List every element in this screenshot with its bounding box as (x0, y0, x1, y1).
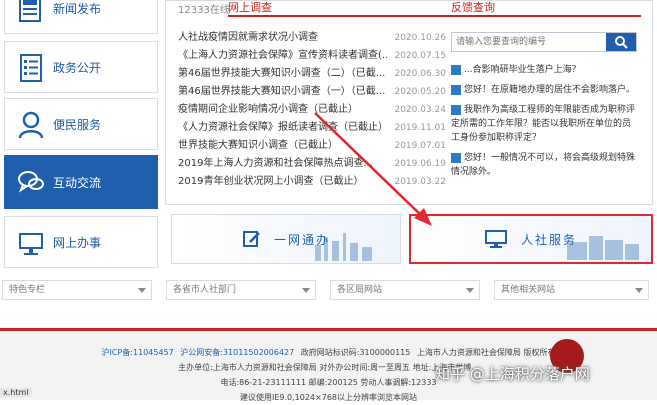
chevron-down-icon (466, 288, 474, 293)
list-item-date: 2020.03.24 (394, 105, 446, 115)
chevron-down-icon (635, 288, 643, 293)
list-item[interactable]: 2019年上海人力资源和社会保障热点调查... 2019.06.19 (178, 155, 446, 173)
featured-column-select[interactable]: 特色专栏 (2, 280, 152, 300)
user-icon (18, 111, 44, 139)
document-list-icon (20, 54, 42, 82)
answer-icon (451, 64, 461, 75)
list-item[interactable]: 第46届世界技能大赛知识小调查（一）（已截... 2020.05.20 (178, 83, 446, 101)
search-input[interactable] (452, 33, 606, 51)
feedback-title: 反馈查询 (451, 0, 641, 17)
site-code: 政府网站标识码:3100000115 (300, 348, 411, 357)
list-item[interactable]: 疫情期间企业影响情况小调查（已截止） 2020.03.24 (178, 101, 446, 119)
one-net-service-banner[interactable]: 一网通办 (171, 214, 401, 264)
list-item-date: 2019.11.01 (394, 123, 446, 133)
list-item[interactable]: 人社战疫情因就需求状况小调查 2020.10.26 (178, 29, 446, 47)
feedback-query: 反馈查询 ...合影响研毕业生落户上海？ 您好！在原籍地办理的居住不会影响落户。… (451, 1, 651, 201)
police-record-link[interactable]: 沪公网安备:31011502006427 (180, 348, 294, 357)
sidebar-item-label: 新闻发布 (53, 1, 102, 16)
district-site-select[interactable]: 各区局网站 (330, 280, 480, 300)
list-item[interactable]: 《上海人力资源社会保障》宣传资料读者调查(... 2020.07.15 (178, 47, 446, 65)
edit-icon (242, 231, 260, 247)
qa-answer: 您好！在原籍地办理的居住不会影响落户。 (451, 83, 639, 97)
sidebar-item-label: 便民服务 (53, 117, 102, 132)
monitor-icon (484, 230, 507, 248)
survey-list: 人社战疫情因就需求状况小调查 2020.10.26 《上海人力资源社会保障》宣传资… (178, 29, 446, 191)
answer-icon (451, 84, 461, 95)
footer-row-4: 建议使用IE9.0,1024×768以上分辨率浏览本网站 (239, 393, 417, 402)
provincial-hr-select[interactable]: 各省市人社部门 (166, 280, 316, 300)
icp-link[interactable]: 沪ICP备:11045457 (102, 348, 174, 357)
sidebar-item-interaction[interactable]: 互动交流 (4, 155, 158, 209)
search-button[interactable] (606, 33, 636, 51)
list-item[interactable]: 世界技能大赛知识小调查（已截止） 2019.07.01 (178, 137, 446, 155)
list-item[interactable]: 第46届世界技能大赛知识小调查（二）（已截... 2020.06.30 (178, 65, 446, 83)
tab-survey[interactable]: 网上调查 (228, 0, 468, 17)
list-item-date: 2020.06.30 (394, 69, 446, 79)
question-icon (451, 104, 461, 115)
sidebar-item-label: 网上办事 (53, 235, 102, 250)
list-item-title[interactable]: 世界技能大赛知识小调查（已截止） (178, 137, 338, 155)
list-item[interactable]: 2019青年创业状况网上小调查（已截止） 2019.03.22 (178, 173, 446, 191)
sidebar-item-online-service[interactable]: 网上办事 (4, 216, 158, 268)
list-item-date: 2020.10.26 (394, 33, 446, 43)
list-item-date: 2019.06.19 (394, 159, 446, 169)
list-item-title[interactable]: 第46届世界技能大赛知识小调查（二）（已截... (178, 65, 385, 83)
qa-question: 我职作为高级工程师的年限能否成为职称评定所需的工作年限？能否以我职所在单位的员工… (451, 104, 636, 143)
other-sites-select[interactable]: 其他相关网站 (494, 280, 649, 300)
search-icon (615, 36, 628, 49)
copyright: 上海市人力资源和社会保障局 版权所有 (416, 348, 556, 357)
monitor-icon (19, 233, 43, 255)
list-item-title[interactable]: 人社战疫情因就需求状况小调查 (178, 29, 318, 47)
skyline-decoration (315, 233, 372, 261)
list-item-title[interactable]: 疫情期间企业影响情况小调查（已截止） (178, 101, 358, 119)
answer-icon (451, 152, 461, 163)
zhihu-watermark: 知乎 @上海积分落户网 (435, 365, 590, 383)
chevron-down-icon (138, 288, 146, 293)
qa-answer: 您好！一般情况不可以，将会高级规划特殊情况除外。 (451, 152, 636, 177)
sidebar-item-label: 政务公开 (53, 60, 102, 75)
list-item-date: 2019.07.01 (394, 141, 446, 151)
chevron-down-icon (302, 288, 310, 293)
list-item-date: 2020.05.20 (394, 87, 446, 97)
qa-answer: ...合影响研毕业生落户上海？ (451, 63, 639, 77)
list-item[interactable]: 《人力资源社会保障》报纸读者调查（已截止） 2019.11.01 (178, 119, 446, 137)
footer: 沪ICP备:11045457 沪公网安备:31011502006427 政府网站… (0, 328, 657, 402)
banner-row: 一网通办 人社服务 (165, 214, 653, 266)
list-item-title[interactable]: 《上海人力资源社会保障》宣传资料读者调查(... (178, 47, 388, 65)
file-tab-label: x.html (0, 388, 32, 397)
interaction-panel: 12333在线 网上调查 人社战疫情因就需求状况小调查 2020.10.26 《上… (165, 0, 653, 205)
list-item-title[interactable]: 第46届世界技能大赛知识小调查（一）（已截... (178, 83, 385, 101)
sidebar-item-affairs[interactable]: 政务公开 (4, 41, 158, 93)
building-decoration (567, 236, 639, 260)
feedback-search (451, 32, 637, 52)
chat-bubbles-icon (18, 171, 44, 193)
tab-hotline[interactable]: 12333在线 (178, 1, 230, 16)
sidebar-item-services[interactable]: 便民服务 (4, 98, 158, 150)
sidebar-item-label: 互动交流 (53, 175, 102, 190)
hr-service-banner[interactable]: 人社服务 (409, 214, 653, 264)
list-item-title[interactable]: 2019年上海人力资源和社会保障热点调查... (178, 155, 373, 173)
list-item-date: 2020.07.15 (394, 51, 446, 61)
qa-list: ...合影响研毕业生落户上海？ 您好！在原籍地办理的居住不会影响落户。 我职作为… (451, 63, 639, 185)
list-item-title[interactable]: 2019青年创业状况网上小调查（已截止） (178, 173, 363, 191)
sidebar-item-news[interactable]: 新闻发布 (4, 0, 158, 34)
newspaper-icon (19, 0, 41, 22)
list-item-title[interactable]: 《人力资源社会保障》报纸读者调查（已截止） (178, 119, 388, 137)
related-links-row: 特色专栏 各省市人社部门 各区局网站 其他相关网站 (0, 280, 657, 300)
list-item-date: 2019.03.22 (394, 177, 446, 187)
